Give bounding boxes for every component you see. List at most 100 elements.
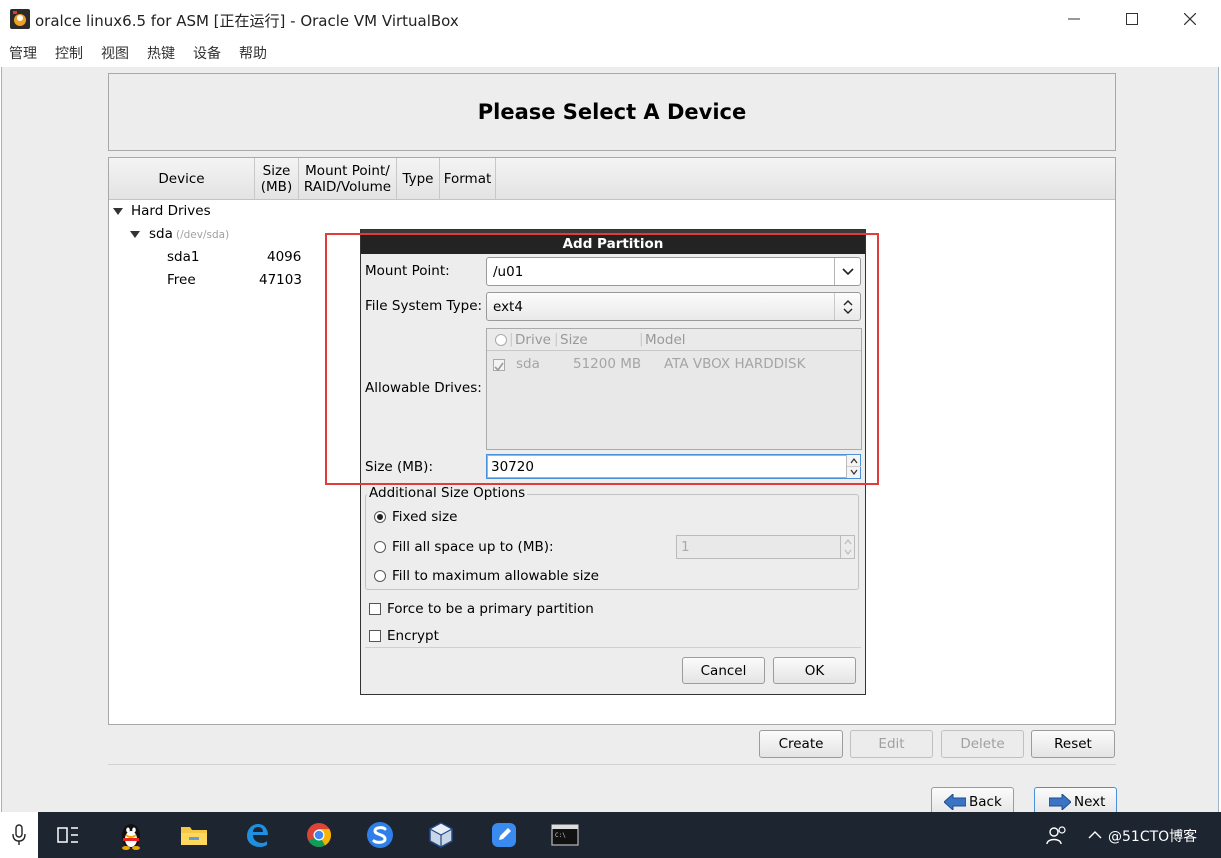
menu-devices[interactable]: 设备 xyxy=(193,43,221,63)
feishu-notes-button[interactable] xyxy=(488,820,520,850)
minimize-button[interactable] xyxy=(1045,0,1103,38)
people-icon xyxy=(1046,826,1066,845)
close-button[interactable] xyxy=(1161,0,1219,38)
mount-point-label: Mount Point: xyxy=(365,263,450,279)
vm-screen[interactable]: Please Select A Device Device Size (MB) … xyxy=(1,67,1219,812)
mount-point-value: /u01 xyxy=(493,263,524,280)
separator xyxy=(108,764,1116,765)
maximize-icon xyxy=(1126,13,1138,25)
virtualbox-vm-icon xyxy=(10,9,30,29)
arrow-right-icon xyxy=(1049,794,1071,810)
column-mount-point[interactable]: Mount Point/ RAID/Volume xyxy=(299,158,397,200)
back-button-label: Back xyxy=(969,794,1002,810)
drives-list-header: | Drive | Size | Model xyxy=(487,329,861,351)
terminal-icon: C:\ xyxy=(551,824,579,846)
fixed-size-label[interactable]: Fixed size xyxy=(392,509,457,525)
tree-row-device[interactable]: Free xyxy=(167,272,196,288)
menu-view[interactable]: 视图 xyxy=(101,43,129,63)
menu-control[interactable]: 控制 xyxy=(55,43,83,63)
svg-text:C:\: C:\ xyxy=(555,832,566,839)
checkmark-icon xyxy=(494,362,504,372)
people-button[interactable] xyxy=(1041,820,1073,850)
menu-help[interactable]: 帮助 xyxy=(239,43,267,63)
virtualbox-app-button[interactable] xyxy=(425,820,457,850)
fill-max-label[interactable]: Fill to maximum allowable size xyxy=(392,568,599,584)
fs-type-value: ext4 xyxy=(493,298,523,315)
chevron-up-icon xyxy=(1088,831,1102,839)
ok-button[interactable]: OK xyxy=(773,657,856,684)
sogou-app-button[interactable] xyxy=(364,820,396,850)
window-title-bar[interactable]: oralce linux6.5 for ASM [正在运行] - Oracle … xyxy=(0,0,1221,38)
next-button[interactable]: Next xyxy=(1034,787,1117,812)
tree-hard-drives[interactable]: Hard Drives xyxy=(131,203,211,219)
sogou-s-icon xyxy=(367,822,393,848)
chrome-browser-button[interactable] xyxy=(303,820,335,850)
close-icon xyxy=(1184,13,1196,25)
encrypt-checkbox[interactable] xyxy=(369,630,381,642)
edge-browser-button[interactable] xyxy=(241,820,273,850)
tree-row-device[interactable]: sda1 xyxy=(167,249,199,265)
virtualbox-cube-icon xyxy=(428,822,454,848)
task-view-icon xyxy=(57,827,78,843)
tree-disk-sda[interactable]: sda xyxy=(149,226,173,242)
microphone-icon xyxy=(12,824,26,845)
drive-model: ATA VBOX HARDDISK xyxy=(664,356,806,372)
back-button[interactable]: Back xyxy=(931,787,1014,812)
allowable-drives-list[interactable]: | Drive | Size | Model sda 51200 MB ATA … xyxy=(486,328,862,450)
column-device[interactable]: Device xyxy=(109,158,255,200)
fill-up-to-label[interactable]: Fill all space up to (MB): xyxy=(392,539,554,555)
fill-up-to-input[interactable]: 1 xyxy=(676,535,855,559)
expand-triangle-icon[interactable] xyxy=(113,208,123,215)
drive-row[interactable]: sda 51200 MB ATA VBOX HARDDISK xyxy=(487,353,861,375)
drive-checkbox[interactable] xyxy=(493,359,505,372)
drive-size: 51200 MB xyxy=(573,356,642,372)
tree-row-size: 47103 xyxy=(259,272,302,288)
chrome-icon xyxy=(307,823,332,848)
tray-watermark-text: @51CTO博客 xyxy=(1108,829,1198,845)
force-primary-label[interactable]: Force to be a primary partition xyxy=(387,601,594,617)
arrow-left-icon xyxy=(944,794,966,810)
dialog-title: Add Partition xyxy=(361,230,865,254)
microphone-button[interactable] xyxy=(0,812,38,858)
drives-col-model: Model xyxy=(645,332,686,348)
create-button[interactable]: Create xyxy=(759,730,843,758)
fs-type-label: File System Type: xyxy=(365,298,483,314)
task-view-button[interactable] xyxy=(52,820,84,850)
menu-hotkey[interactable]: 热键 xyxy=(147,43,175,63)
column-format[interactable]: Format xyxy=(440,158,496,200)
cancel-button[interactable]: Cancel xyxy=(682,657,765,684)
fs-type-select[interactable]: ext4 xyxy=(486,292,861,321)
fill-max-radio[interactable] xyxy=(374,570,386,582)
size-input[interactable]: 30720 xyxy=(486,454,861,479)
column-type[interactable]: Type xyxy=(397,158,440,200)
additional-size-options-label: Additional Size Options xyxy=(367,485,528,501)
terminal-button[interactable]: C:\ xyxy=(549,820,581,850)
force-primary-checkbox[interactable] xyxy=(369,603,381,615)
encrypt-label[interactable]: Encrypt xyxy=(387,628,439,644)
stepper-arrows-icon xyxy=(847,458,861,475)
column-size[interactable]: Size (MB) xyxy=(255,158,299,200)
installer-header: Please Select A Device xyxy=(108,73,1116,151)
qq-app-button[interactable] xyxy=(115,820,147,850)
minimize-icon xyxy=(1068,18,1080,20)
delete-button[interactable]: Delete xyxy=(941,730,1024,758)
edit-button[interactable]: Edit xyxy=(850,730,933,758)
tray-expand-button[interactable] xyxy=(1085,820,1105,850)
menu-manage[interactable]: 管理 xyxy=(9,43,37,63)
select-all-radio xyxy=(495,334,507,346)
reset-button[interactable]: Reset xyxy=(1031,730,1115,758)
fixed-size-radio[interactable] xyxy=(374,511,386,523)
menu-bar: 管理 控制 视图 热键 设备 帮助 xyxy=(0,38,1221,66)
size-stepper[interactable] xyxy=(846,455,861,478)
size-label: Size (MB): xyxy=(365,459,433,475)
device-column-header: Device Size (MB) Mount Point/ RAID/Volum… xyxy=(109,158,1115,200)
file-explorer-button[interactable] xyxy=(178,820,210,850)
size-value: 30720 xyxy=(491,458,534,475)
maximize-button[interactable] xyxy=(1103,0,1161,38)
mount-point-combo[interactable]: /u01 xyxy=(486,257,861,286)
expand-triangle-icon[interactable] xyxy=(130,231,140,238)
add-partition-dialog[interactable]: Add Partition Mount Point: /u01 File Sys… xyxy=(360,229,866,695)
fill-up-to-radio[interactable] xyxy=(374,541,386,553)
fill-up-to-stepper[interactable] xyxy=(840,536,854,558)
chevron-down-icon[interactable] xyxy=(834,258,860,285)
